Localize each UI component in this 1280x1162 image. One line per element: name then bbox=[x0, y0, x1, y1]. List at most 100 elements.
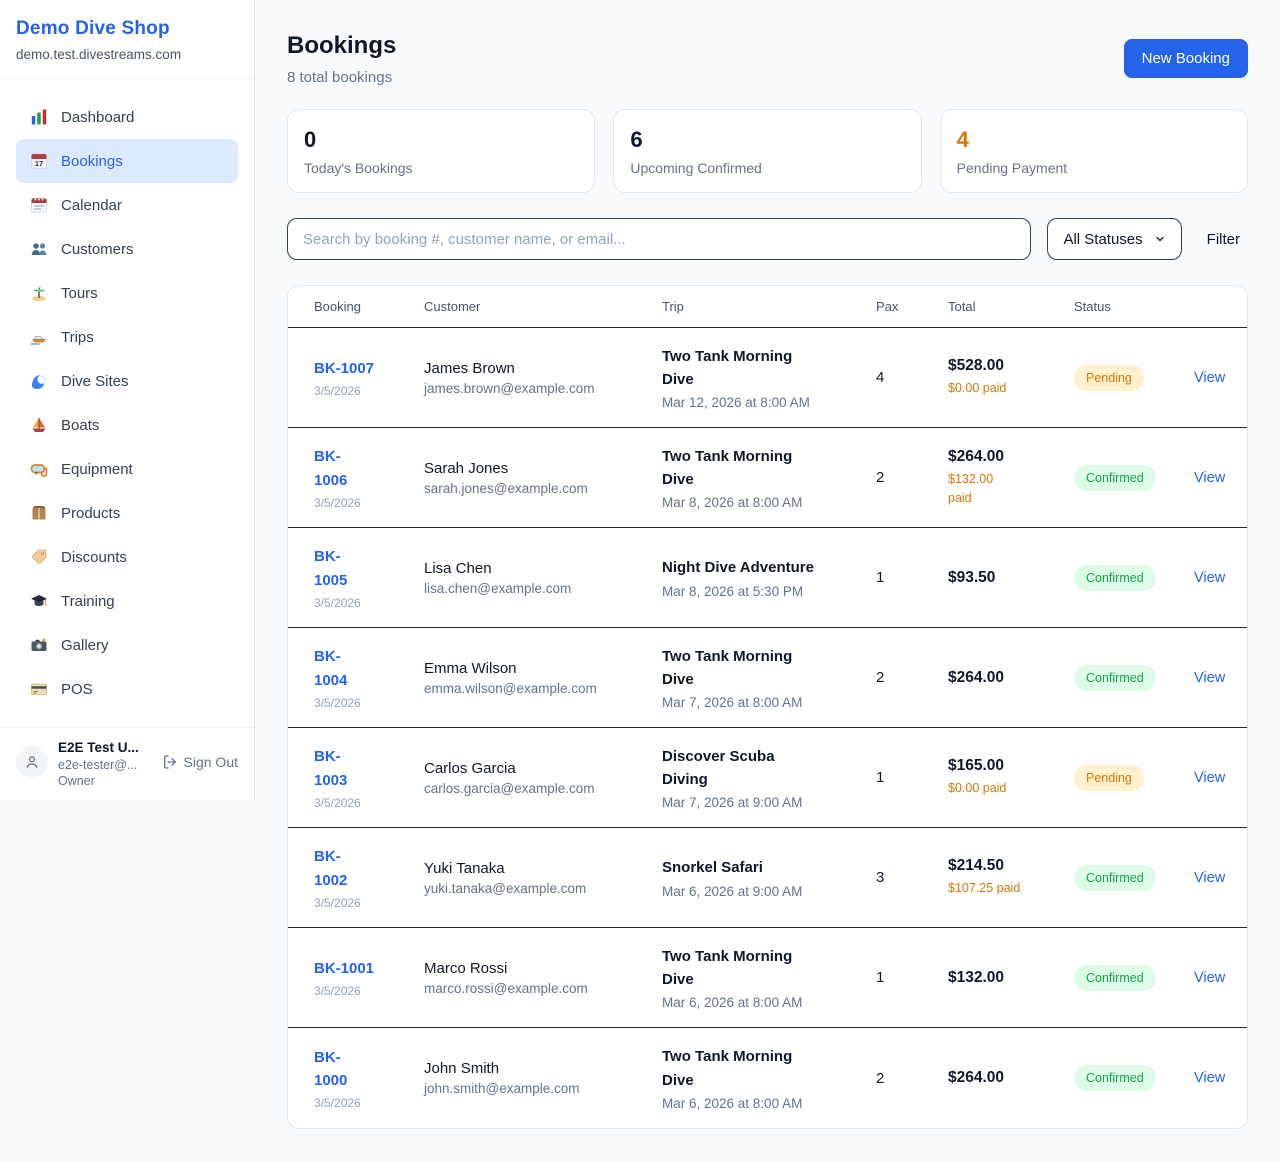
sidebar-item-customers[interactable]: Customers bbox=[16, 227, 238, 271]
customers-icon bbox=[30, 240, 48, 258]
trips-boat-icon bbox=[30, 328, 48, 346]
actions-cell: View bbox=[1194, 569, 1237, 587]
booking-cell: BK-1001 3/5/2026 bbox=[314, 957, 424, 998]
booking-cell: BK-10033/5/2026 bbox=[314, 745, 424, 810]
booking-cell: BK-1005 3/5/2026 bbox=[314, 545, 424, 610]
booking-cell: BK-1002 3/5/2026 bbox=[314, 845, 424, 910]
customer-email: john.smith@example.com bbox=[424, 1081, 650, 1096]
actions-cell: View bbox=[1194, 969, 1237, 987]
trip-cell: Two Tank Morning Dive Mar 6, 2026 at 8:00… bbox=[662, 945, 876, 1011]
booking-date: 3/5/2026 bbox=[314, 496, 412, 510]
total-amount: $214.50 bbox=[948, 857, 1062, 875]
sidebar-item-discounts[interactable]: Discounts bbox=[16, 535, 238, 579]
view-link[interactable]: View bbox=[1194, 370, 1225, 386]
filter-button[interactable]: Filter bbox=[1207, 231, 1240, 248]
search-input[interactable] bbox=[287, 218, 1031, 260]
paid-amount: $132.00paid bbox=[948, 470, 1062, 506]
view-link[interactable]: View bbox=[1194, 570, 1225, 586]
customer-cell: Lisa Chenlisa.chen@example.com bbox=[424, 560, 662, 596]
trip-time: Mar 6, 2026 at 8:00 AM bbox=[662, 1096, 864, 1111]
sidebar-item-calendar[interactable]: Calendar bbox=[16, 183, 238, 227]
total-amount: $264.00 bbox=[948, 669, 1062, 687]
booking-date: 3/5/2026 bbox=[314, 596, 412, 610]
total-cell: $528.00$0.00 paid bbox=[948, 357, 1074, 397]
booking-id-link[interactable]: BK-1002 bbox=[314, 845, 412, 892]
bookings-calendar-icon: 17 bbox=[30, 152, 48, 170]
sidebar-item-label: Tours bbox=[61, 285, 98, 302]
col-header-status: Status bbox=[1074, 299, 1194, 314]
package-icon bbox=[30, 504, 48, 522]
stats-row: 0Today's Bookings6Upcoming Confirmed4Pen… bbox=[287, 109, 1248, 193]
stat-label: Today's Bookings bbox=[304, 160, 578, 176]
filter-row: All Statuses Filter bbox=[287, 218, 1248, 260]
view-link[interactable]: View bbox=[1194, 770, 1225, 786]
page-header: Bookings 8 total bookings New Booking bbox=[287, 32, 1248, 86]
booking-id-link[interactable]: BK-1005 bbox=[314, 545, 412, 592]
sidebar-item-label: Calendar bbox=[61, 197, 122, 214]
sidebar-item-training[interactable]: Training bbox=[16, 579, 238, 623]
bookings-table: BookingCustomerTripPaxTotalStatus BK-100… bbox=[287, 285, 1248, 1129]
view-link[interactable]: View bbox=[1194, 970, 1225, 986]
table-row: BK-10033/5/2026Carlos Garciacarlos.garci… bbox=[288, 728, 1247, 828]
pax-cell: 1 bbox=[876, 569, 948, 586]
actions-cell: View bbox=[1194, 869, 1237, 887]
booking-id-link[interactable]: BK-1003 bbox=[314, 745, 412, 792]
table-body: BK-10073/5/2026James Brownjames.brown@ex… bbox=[288, 328, 1247, 1128]
total-amount: $264.00 bbox=[948, 448, 1062, 466]
sidebar-item-tours[interactable]: Tours bbox=[16, 271, 238, 315]
trip-time: Mar 8, 2026 at 8:00 AM bbox=[662, 495, 864, 510]
sidebar-item-products[interactable]: Products bbox=[16, 491, 238, 535]
trip-cell: Two Tank Morning DiveMar 8, 2026 at 8:00… bbox=[662, 445, 876, 511]
table-row: BK-10043/5/2026Emma Wilsonemma.wilson@ex… bbox=[288, 628, 1247, 728]
booking-date: 3/5/2026 bbox=[314, 896, 412, 910]
booking-id-link[interactable]: BK-1006 bbox=[314, 445, 412, 492]
sidebar-item-dashboard[interactable]: Dashboard bbox=[16, 95, 238, 139]
sidebar-item-equipment[interactable]: Equipment bbox=[16, 447, 238, 491]
sidebar-item-boats[interactable]: Boats bbox=[16, 403, 238, 447]
sidebar-item-gallery[interactable]: Gallery bbox=[16, 623, 238, 667]
booking-cell: BK-10043/5/2026 bbox=[314, 645, 424, 710]
customer-name: Emma Wilson bbox=[424, 660, 650, 677]
trip-name: Snorkel Safari bbox=[662, 856, 822, 879]
trip-cell: Two Tank Morning DiveMar 12, 2026 at 8:0… bbox=[662, 345, 876, 411]
view-link[interactable]: View bbox=[1194, 870, 1225, 886]
booking-id-link[interactable]: BK-1001 bbox=[314, 957, 412, 980]
sign-out-button[interactable]: Sign Out bbox=[162, 754, 238, 770]
sidebar-item-trips[interactable]: Trips bbox=[16, 315, 238, 359]
pax-cell: 4 bbox=[876, 369, 948, 386]
sidebar-item-bookings[interactable]: 17Bookings bbox=[16, 139, 238, 183]
booking-id-link[interactable]: BK-1007 bbox=[314, 357, 412, 380]
total-cell: $264.00 bbox=[948, 1069, 1074, 1087]
new-booking-button[interactable]: New Booking bbox=[1124, 39, 1248, 78]
booking-cell: BK-10073/5/2026 bbox=[314, 357, 424, 398]
trip-name: Night Dive Adventure bbox=[662, 556, 822, 579]
paid-amount: $0.00 paid bbox=[948, 379, 1062, 397]
sidebar-item-dive-sites[interactable]: Dive Sites bbox=[16, 359, 238, 403]
trip-time: Mar 6, 2026 at 8:00 AM bbox=[662, 995, 864, 1010]
page-subtitle: 8 total bookings bbox=[287, 69, 396, 86]
sidebar-item-label: POS bbox=[61, 681, 93, 698]
total-amount: $93.50 bbox=[948, 569, 1062, 587]
booking-id-link[interactable]: BK-1004 bbox=[314, 645, 412, 692]
view-link[interactable]: View bbox=[1194, 470, 1225, 486]
status-cell: Confirmed bbox=[1074, 465, 1194, 491]
booking-id-link[interactable]: BK-1000 bbox=[314, 1046, 412, 1093]
view-link[interactable]: View bbox=[1194, 670, 1225, 686]
status-badge: Confirmed bbox=[1074, 965, 1156, 991]
sidebar-item-label: Trips bbox=[61, 329, 94, 346]
status-badge: Confirmed bbox=[1074, 865, 1156, 891]
trip-name: Two Tank Morning Dive bbox=[662, 945, 822, 992]
camera-icon bbox=[30, 636, 48, 654]
dashboard-icon bbox=[30, 108, 48, 126]
sidebar-item-pos[interactable]: POS bbox=[16, 667, 238, 711]
stat-card-upcoming-confirmed: 6Upcoming Confirmed bbox=[613, 109, 921, 193]
shop-domain: demo.test.divestreams.com bbox=[16, 47, 238, 62]
status-select[interactable]: All Statuses bbox=[1047, 218, 1181, 260]
sidebar-item-label: Gallery bbox=[61, 637, 109, 654]
status-cell: Confirmed bbox=[1074, 1065, 1194, 1091]
stat-value: 6 bbox=[630, 127, 904, 153]
customer-cell: Sarah Jonessarah.jones@example.com bbox=[424, 460, 662, 496]
view-link[interactable]: View bbox=[1194, 1070, 1225, 1086]
user-name: E2E Test U... bbox=[58, 740, 139, 755]
booking-date: 3/5/2026 bbox=[314, 984, 412, 998]
